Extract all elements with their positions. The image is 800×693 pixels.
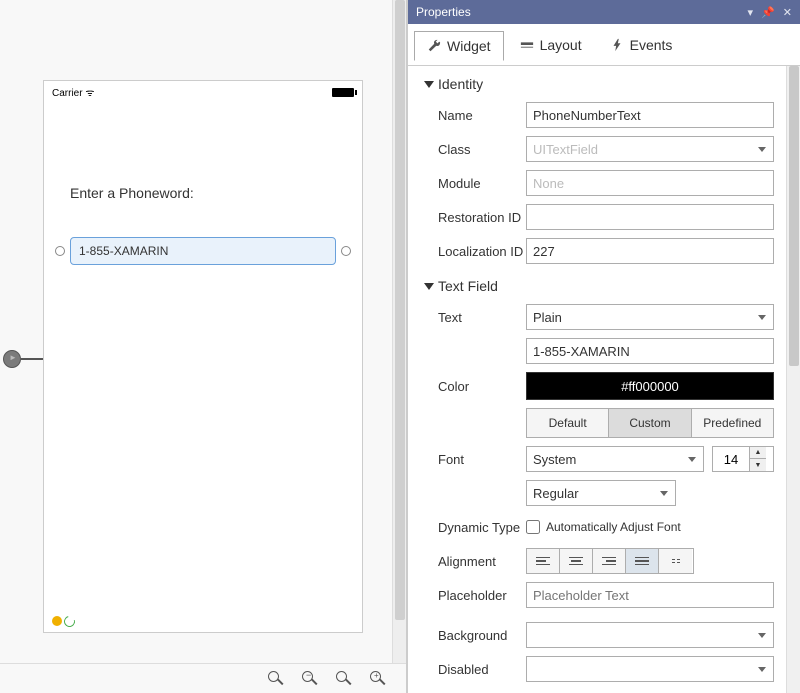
- phoneword-label[interactable]: Enter a Phoneword:: [70, 185, 336, 201]
- zoom-toolbar: [0, 663, 406, 693]
- phoneword-textfield-value: 1-855-XAMARIN: [79, 244, 168, 258]
- section-header-textfield[interactable]: Text Field: [424, 278, 774, 294]
- warning-dot-icon: [52, 616, 62, 626]
- background-label: Background: [424, 628, 526, 643]
- wifi-icon: ᯤ: [85, 88, 94, 99]
- tab-widget-label: Widget: [447, 38, 491, 54]
- properties-panel: Properties ▾ 📌 ✕ Widget Layout Events Id…: [407, 0, 800, 693]
- close-icon[interactable]: ✕: [783, 6, 792, 19]
- wrench-icon: [427, 39, 441, 53]
- text-mode-select[interactable]: [526, 304, 774, 330]
- entry-point-node[interactable]: [3, 350, 21, 368]
- device-status-bar: Carrier ᯤ: [44, 81, 362, 103]
- pin-icon[interactable]: 📌: [761, 6, 775, 19]
- refresh-dot-icon: [64, 616, 74, 626]
- font-size-stepper[interactable]: ▲▼: [712, 446, 774, 472]
- background-select[interactable]: [526, 622, 774, 648]
- section-header-identity[interactable]: Identity: [424, 76, 774, 92]
- carrier-label: Carrier: [52, 88, 83, 99]
- tab-layout-label: Layout: [540, 37, 582, 53]
- alignment-label: Alignment: [424, 554, 526, 569]
- align-natural-button[interactable]: [659, 549, 692, 573]
- color-label: Color: [424, 379, 526, 394]
- canvas-scrollbar[interactable]: [392, 0, 406, 663]
- zoom-fit-icon[interactable]: [268, 671, 284, 687]
- device-frame[interactable]: Carrier ᯤ Enter a Phoneword: 1-855-XAMAR…: [43, 80, 363, 633]
- restoration-input[interactable]: [526, 204, 774, 230]
- tab-widget[interactable]: Widget: [414, 31, 504, 61]
- seg-default[interactable]: Default: [527, 409, 609, 437]
- align-right-button[interactable]: [593, 549, 626, 573]
- color-hex-value: #ff000000: [621, 379, 679, 394]
- selection-handle-left[interactable]: [55, 246, 65, 256]
- layout-icon: [520, 38, 534, 52]
- zoom-in-icon[interactable]: [370, 671, 386, 687]
- font-label: Font: [424, 452, 526, 467]
- font-size-input[interactable]: [713, 452, 749, 467]
- zoom-reset-icon[interactable]: [336, 671, 352, 687]
- tab-events[interactable]: Events: [598, 31, 685, 59]
- seg-predefined[interactable]: Predefined: [692, 409, 773, 437]
- align-left-button[interactable]: [527, 549, 560, 573]
- step-down-icon[interactable]: ▼: [750, 459, 766, 471]
- class-label: Class: [424, 142, 526, 157]
- module-input[interactable]: [526, 170, 774, 196]
- properties-title-bar[interactable]: Properties ▾ 📌 ✕: [408, 0, 800, 24]
- name-input[interactable]: [526, 102, 774, 128]
- text-value-input[interactable]: [526, 338, 774, 364]
- section-textfield: Text Field Text Color #ff000000 Default …: [424, 278, 774, 682]
- lightning-icon: [610, 38, 624, 52]
- color-mode-segment: Default Custom Predefined: [526, 408, 774, 438]
- text-label: Text: [424, 310, 526, 325]
- dyntype-label: Dynamic Type: [424, 520, 526, 535]
- disabled-select[interactable]: [526, 656, 774, 682]
- step-up-icon[interactable]: ▲: [750, 447, 766, 459]
- properties-scrollbar[interactable]: [786, 66, 800, 693]
- placeholder-input[interactable]: [526, 582, 774, 608]
- textfield-title: Text Field: [438, 278, 498, 294]
- dyntype-check-label: Automatically Adjust Font: [546, 520, 681, 534]
- alignment-group: [526, 548, 694, 574]
- zoom-out-icon[interactable]: [302, 671, 318, 687]
- tab-events-label: Events: [630, 37, 673, 53]
- chevron-down-icon: [424, 283, 434, 290]
- identity-title: Identity: [438, 76, 483, 92]
- font-family-select[interactable]: [526, 446, 704, 472]
- section-identity: Identity Name Class Module Restoration I…: [424, 76, 774, 264]
- localization-input[interactable]: [526, 238, 774, 264]
- class-input[interactable]: [526, 136, 774, 162]
- chevron-down-icon: [424, 81, 434, 88]
- tab-layout[interactable]: Layout: [508, 31, 594, 59]
- design-canvas[interactable]: Carrier ᯤ Enter a Phoneword: 1-855-XAMAR…: [0, 0, 407, 693]
- color-swatch[interactable]: #ff000000: [526, 372, 774, 400]
- align-justify-button[interactable]: [626, 549, 659, 573]
- name-label: Name: [424, 108, 526, 123]
- selection-handle-right[interactable]: [341, 246, 351, 256]
- phoneword-textfield[interactable]: 1-855-XAMARIN: [70, 237, 336, 265]
- module-label: Module: [424, 176, 526, 191]
- seg-custom[interactable]: Custom: [609, 409, 691, 437]
- panel-menu-icon[interactable]: ▾: [748, 6, 754, 19]
- align-center-button[interactable]: [560, 549, 593, 573]
- properties-tabs: Widget Layout Events: [408, 24, 800, 66]
- disabled-label: Disabled: [424, 662, 526, 677]
- localization-label: Localization ID: [424, 244, 526, 259]
- dyntype-checkbox[interactable]: [526, 520, 540, 534]
- font-weight-select[interactable]: [526, 480, 676, 506]
- placeholder-label: Placeholder: [424, 588, 526, 603]
- battery-icon: [332, 88, 354, 97]
- device-footer-icons: [52, 616, 74, 626]
- properties-title: Properties: [416, 5, 471, 19]
- restoration-label: Restoration ID: [424, 210, 526, 225]
